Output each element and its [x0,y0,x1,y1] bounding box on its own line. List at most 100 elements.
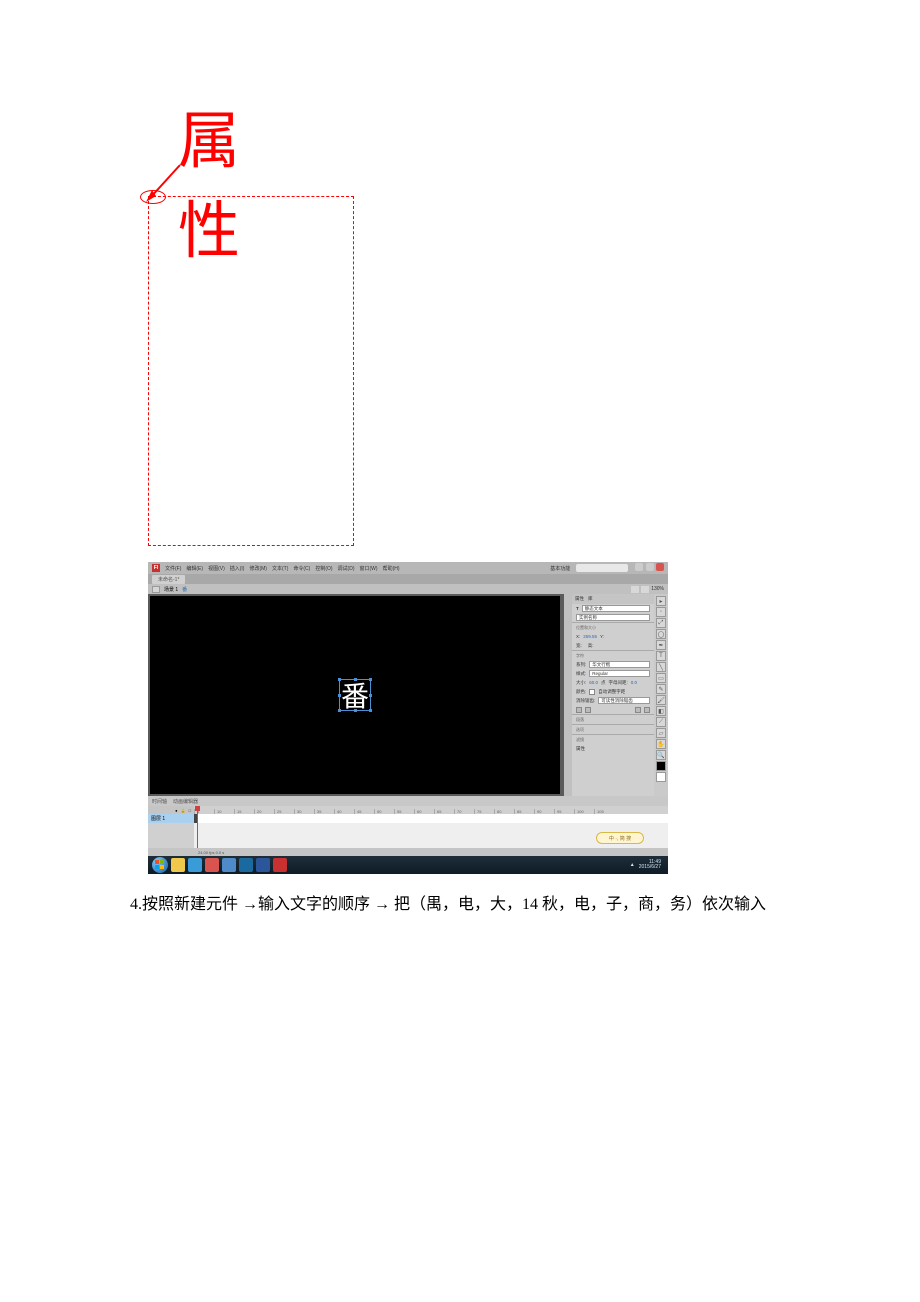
task-explorer-icon[interactable] [171,858,185,872]
subselection-tool-icon[interactable]: ◦ [656,607,666,617]
menu-text[interactable]: 文本(T) [272,565,288,572]
search-input[interactable] [576,564,628,572]
hand-tool-icon[interactable]: ✋ [656,739,666,749]
section-filters[interactable]: 滤镜 [572,734,654,744]
selection-tool-icon[interactable]: ▸ [656,596,666,606]
timeline-tab[interactable]: 时间轴 [152,798,167,805]
menubar: Fl 文件(F) 编辑(E) 视图(V) 插入(I) 修改(M) 文本(T) 命… [148,562,668,574]
instance-name-input[interactable]: 实例名称 [576,614,650,621]
zoom-tool-icon[interactable]: 🔍 [656,750,666,760]
format-btn-3[interactable] [635,707,641,713]
menu-file[interactable]: 文件(F) [165,565,181,572]
outline-icon[interactable]: □ [189,808,191,813]
menu-commands[interactable]: 命令(C) [293,565,310,572]
style-label: 样式: [576,671,586,677]
menu-window[interactable]: 窗口(W) [360,565,378,572]
task-photoshop-icon[interactable] [239,858,253,872]
format-btn-1[interactable] [576,707,582,713]
frame-track[interactable] [194,814,668,823]
section-options[interactable]: 选项 [572,724,654,734]
size-unit: 点 [601,680,606,686]
transform-tool-icon[interactable]: ⤢ [656,618,666,628]
anti-alias-select[interactable]: 可读性消除锯齿 [598,697,650,704]
scene-toolbar: 场景 1 番 130% [148,584,668,594]
zoom-value[interactable]: 130% [651,586,664,592]
task-browser-icon[interactable] [188,858,202,872]
task-app2-icon[interactable] [222,858,236,872]
pen-tool-icon[interactable]: ✒ [656,640,666,650]
section-para[interactable]: 段落 [572,714,654,724]
text-tool-icon[interactable]: T [656,651,666,661]
flash-application: Fl 文件(F) 编辑(E) 视图(V) 插入(I) 修改(M) 文本(T) 命… [148,562,668,874]
breadcrumb-scene[interactable]: 场景 1 [164,586,178,593]
timeline-status: 24.00 fps 0.0 s [148,848,668,856]
window-controls [634,563,664,573]
vertical-scrollbar[interactable] [564,594,572,796]
menu-help[interactable]: 帮助(H) [383,565,400,572]
eyedropper-tool-icon[interactable]: ⟋ [656,717,666,727]
playhead[interactable] [197,806,198,848]
line-tool-icon[interactable]: ╲ [656,662,666,672]
menu-view[interactable]: 视图(V) [208,565,225,572]
breadcrumb-symbol[interactable]: 番 [182,586,187,593]
w-label: 宽: [576,643,582,649]
format-btn-4[interactable] [644,707,650,713]
font-family-select[interactable]: 华文行楷 [589,661,650,668]
color-swatch[interactable] [589,689,595,695]
task-app-icon[interactable] [205,858,219,872]
close-icon[interactable] [656,563,664,571]
x-value[interactable]: 259.55 [583,634,597,639]
spacing-value[interactable]: 0.0 [631,680,637,685]
tools-panel: ▸ ◦ ⤢ ◯ ✒ T ╲ ▭ ✎ 🖌 ◧ ⟋ ▱ ✋ 🔍 [654,594,668,796]
text-type-select[interactable]: 静态文本 [582,605,650,612]
pencil-tool-icon[interactable]: ✎ [656,684,666,694]
minimize-icon[interactable] [635,563,643,571]
ime-indicator[interactable]: 中 ·, 简 搜 [596,832,644,844]
kern-label[interactable]: 自动调整字距 [598,689,625,695]
maximize-icon[interactable] [646,563,654,571]
clock-date: 2015/6/27 [639,865,661,871]
lasso-tool-icon[interactable]: ◯ [656,629,666,639]
motion-editor-tab[interactable]: 动画编辑器 [173,798,198,805]
workspace-label[interactable]: 基本功能 [550,565,570,572]
font-style-select[interactable]: Regular [589,670,650,677]
brush-tool-icon[interactable]: 🖌 [656,695,666,705]
eye-icon[interactable]: ● [175,808,177,813]
menu-control[interactable]: 控制(O) [315,565,332,572]
h-label: 高: [588,643,594,649]
tab-library[interactable]: 库 [588,596,593,602]
stroke-color-icon[interactable] [656,761,666,771]
x-label: X: [576,634,580,639]
hand-tool-icon[interactable] [631,586,639,593]
menu-insert[interactable]: 插入(I) [230,565,245,572]
section-char[interactable]: 字符 [572,650,654,660]
clock[interactable]: 11:49 2015/6/27 [639,860,661,871]
back-button[interactable] [152,586,160,593]
rect-tool-icon[interactable]: ▭ [656,673,666,683]
task-flash-icon[interactable] [273,858,287,872]
timeline-fps: 24.00 fps 0.0 s [198,850,224,855]
layer-row[interactable]: 图层 1 [148,814,194,823]
document-tab[interactable]: 未命名-1* [152,575,185,584]
eraser-tool-icon[interactable]: ▱ [656,728,666,738]
annotation-dashed-box [148,196,354,546]
text-type-icon: T [576,606,579,611]
fill-color-icon[interactable] [656,772,666,782]
format-btn-2[interactable] [585,707,591,713]
menu-debug[interactable]: 调试(D) [338,565,355,572]
section-position[interactable]: 位置和大小 [572,622,654,632]
properties-panel: 属性 库 T 静态文本 实例名称 位置和大小 X: 259.55 Y: 宽: 高… [572,594,654,796]
size-value[interactable]: 60.0 [589,680,598,685]
menu-modify[interactable]: 修改(M) [249,565,267,572]
stage[interactable]: 番 [150,596,560,794]
zoom-tool-icon[interactable] [641,586,649,593]
selection-box [339,679,371,711]
menu-edit[interactable]: 编辑(E) [186,565,203,572]
lock-icon[interactable]: 🔒 [181,808,186,813]
tray-icon[interactable]: ▲ [630,862,635,868]
tab-properties[interactable]: 属性 [575,596,584,602]
task-word-icon[interactable] [256,858,270,872]
start-button-icon[interactable] [152,857,168,873]
bucket-tool-icon[interactable]: ◧ [656,706,666,716]
timeline-ruler: 5101520253035404550556065707580859095100… [194,806,668,814]
